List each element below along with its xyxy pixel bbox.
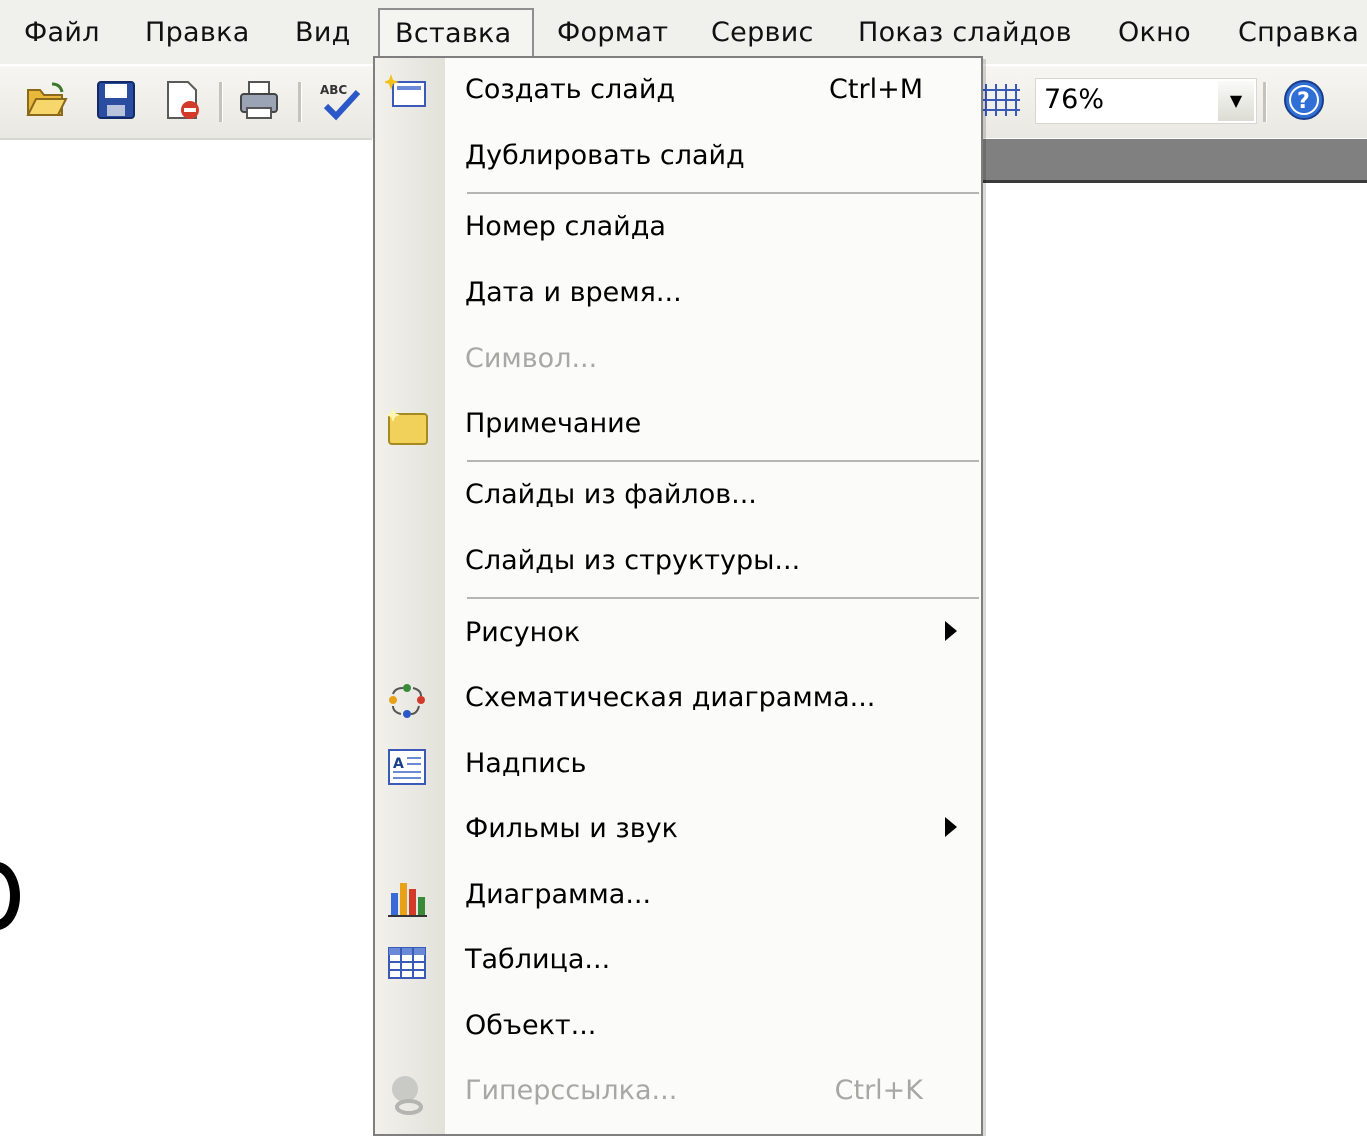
menu-format[interactable]: Формат bbox=[557, 10, 668, 56]
menu-item-label: Диаграмма... bbox=[465, 879, 652, 910]
table-icon bbox=[385, 942, 429, 984]
menu-item-slides-from-files[interactable]: Слайды из файлов... bbox=[375, 465, 981, 529]
menu-tools[interactable]: Сервис bbox=[711, 10, 814, 56]
comment-icon bbox=[385, 406, 429, 448]
zoom-value: 76% bbox=[1044, 84, 1105, 115]
toolbar-separator bbox=[219, 82, 223, 122]
menu-item-label: Рисунок bbox=[465, 617, 581, 648]
menu-item-slide-number[interactable]: Номер слайда bbox=[375, 197, 981, 261]
menu-item-label: Гиперссылка... bbox=[465, 1075, 678, 1106]
grid-icon[interactable] bbox=[978, 78, 1022, 122]
menu-item-label: Фильмы и звук bbox=[465, 813, 678, 844]
text-box-icon: A bbox=[385, 746, 429, 788]
hyperlink-icon bbox=[385, 1073, 429, 1115]
menu-item-date-time[interactable]: Дата и время... bbox=[375, 263, 981, 327]
menu-item-label: Слайды из файлов... bbox=[465, 479, 757, 510]
menu-item-label: Надпись bbox=[465, 748, 587, 779]
menu-item-label: Таблица... bbox=[465, 944, 611, 975]
menu-item-chart[interactable]: Диаграмма... bbox=[375, 865, 981, 929]
menu-item-picture[interactable]: Рисунок bbox=[375, 603, 981, 667]
menu-item-label: Схематическая диаграмма... bbox=[465, 682, 876, 713]
menu-view[interactable]: Вид bbox=[295, 10, 351, 56]
open-folder-icon[interactable] bbox=[24, 78, 68, 122]
menu-item-schematic-diagram[interactable]: Схематическая диаграмма... bbox=[375, 668, 981, 732]
menu-item-label: Номер слайда bbox=[465, 211, 666, 242]
menu-item-label: Слайды из структуры... bbox=[465, 545, 801, 576]
menu-item-label: Создать слайд bbox=[465, 74, 676, 105]
menu-item-comment[interactable]: Примечание bbox=[375, 394, 981, 458]
slide-edge-shape bbox=[0, 862, 20, 930]
svg-text:?: ? bbox=[1297, 89, 1310, 114]
menu-separator bbox=[467, 460, 979, 462]
new-slide-icon bbox=[383, 72, 429, 114]
toolbar-separator bbox=[298, 82, 302, 122]
svg-text:A: A bbox=[393, 756, 404, 772]
menu-bar: Файл Правка Вид Вставка Формат Сервис По… bbox=[0, 0, 1367, 64]
svg-text:ABC: ABC bbox=[320, 83, 347, 97]
diagram-icon bbox=[385, 680, 429, 722]
save-icon[interactable] bbox=[94, 78, 138, 122]
menu-help[interactable]: Справка bbox=[1238, 10, 1359, 56]
insert-menu-dropdown: Создать слайд Ctrl+M Дублировать слайд Н… bbox=[373, 56, 983, 1136]
menu-item-label: Примечание bbox=[465, 408, 642, 439]
menu-item-duplicate-slide[interactable]: Дублировать слайд bbox=[375, 126, 981, 190]
menu-edit[interactable]: Правка bbox=[145, 10, 250, 56]
print-icon[interactable] bbox=[237, 78, 281, 122]
zoom-combobox[interactable]: 76% ▼ bbox=[1035, 78, 1257, 124]
menu-item-hyperlink[interactable]: Гиперссылка... Ctrl+K bbox=[375, 1061, 981, 1125]
toolbar-separator bbox=[1263, 82, 1267, 122]
menu-item-text-box[interactable]: A Надпись bbox=[375, 734, 981, 798]
chart-icon bbox=[385, 877, 429, 919]
menu-item-label: Объект... bbox=[465, 1010, 597, 1041]
menu-item-object[interactable]: Объект... bbox=[375, 996, 981, 1060]
menu-item-slides-from-outline[interactable]: Слайды из структуры... bbox=[375, 531, 981, 595]
menu-item-shortcut: Ctrl+M bbox=[829, 74, 923, 105]
permission-icon[interactable] bbox=[160, 78, 204, 122]
menu-item-label: Дата и время... bbox=[465, 277, 682, 308]
help-icon[interactable]: ? bbox=[1282, 78, 1326, 122]
menu-item-label: Символ... bbox=[465, 343, 598, 374]
menu-slideshow[interactable]: Показ слайдов bbox=[858, 10, 1072, 56]
menu-separator bbox=[467, 192, 979, 194]
menu-window[interactable]: Окно bbox=[1118, 10, 1191, 56]
menu-item-movies-sounds[interactable]: Фильмы и звук bbox=[375, 799, 981, 863]
spelling-icon[interactable]: ABC bbox=[318, 78, 362, 122]
submenu-arrow-icon bbox=[945, 621, 957, 641]
menu-file[interactable]: Файл bbox=[24, 10, 100, 56]
submenu-arrow-icon bbox=[945, 817, 957, 837]
document-title-bar bbox=[980, 139, 1367, 183]
menu-item-new-slide[interactable]: Создать слайд Ctrl+M bbox=[375, 60, 981, 124]
menu-item-label: Дублировать слайд bbox=[465, 140, 745, 171]
menu-item-table[interactable]: Таблица... bbox=[375, 930, 981, 994]
menu-item-shortcut: Ctrl+K bbox=[834, 1075, 923, 1106]
chevron-down-icon[interactable]: ▼ bbox=[1218, 81, 1254, 121]
workspace-edge bbox=[0, 138, 372, 140]
menu-item-symbol[interactable]: Символ... bbox=[375, 329, 981, 393]
menu-separator bbox=[467, 597, 979, 599]
